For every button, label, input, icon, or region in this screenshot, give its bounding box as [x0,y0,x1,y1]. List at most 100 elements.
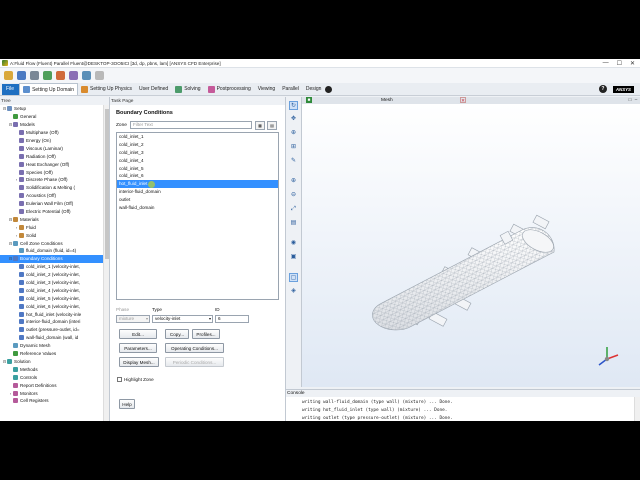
workspace-icon[interactable] [43,71,52,80]
tab-parallel[interactable]: Parallel [279,84,303,95]
deselect-all-icon[interactable]: ▤ [267,121,277,130]
zoom-fit-icon[interactable]: ⊕ [289,177,298,186]
zone-list-item[interactable]: cold_inlet_3 [117,149,278,157]
select-all-icon[interactable]: ▦ [255,121,265,130]
tree-item[interactable]: ⊟ Setup [0,105,104,113]
tree-scrollbar[interactable] [103,105,109,421]
type-select[interactable]: velocity-inlet ▾ [152,315,213,323]
tree-item[interactable]: ⊟ Boundary Conditions [0,254,104,263]
zone-list-item[interactable]: interior-fluid_domain [117,188,278,196]
zone-list-item[interactable]: hot_fluid_inlet [117,180,278,189]
tree-item[interactable]: › Fluid [0,223,104,231]
save-icon[interactable] [17,71,26,80]
rotate-icon[interactable]: ↻ [289,101,298,110]
console-scrollbar[interactable] [634,397,640,421]
tree-item[interactable]: Report Definitions [0,381,104,389]
maximize-button[interactable]: ☐ [617,60,622,67]
view-axis-icon[interactable]: ▤ [289,219,298,228]
tree-item[interactable]: Dynamic Mesh [0,342,104,350]
periodic-conditions-button[interactable]: Periodic Conditions... [165,357,224,367]
zone-list-item[interactable]: cold_inlet_2 [117,141,278,149]
tree-item[interactable]: interior-fluid_domain (interi [0,318,104,326]
tree-item[interactable]: Energy (On) [0,137,104,145]
open-icon[interactable] [4,71,13,80]
tree-item[interactable]: wall-fluid_domain (wall, id [0,334,104,342]
tree-item[interactable]: General [0,113,104,121]
tree-item[interactable]: › Solid [0,231,104,239]
help-button[interactable]: ? [598,85,607,93]
tab-setting-up-physics[interactable]: Setting Up Physics [78,84,136,95]
ribbon-options-icon[interactable] [325,85,333,93]
tab-viewing[interactable]: Viewing [255,84,279,95]
close-button[interactable]: ✕ [630,60,635,67]
minimize-button[interactable]: — [603,60,609,67]
tree-item[interactable]: cold_inlet_4 (velocity-inlet, [0,286,104,294]
zone-list-item[interactable]: wall-fluid_domain [117,204,278,212]
view-icon[interactable] [82,71,91,80]
copy-button[interactable]: Copy... [165,329,189,339]
tree-item[interactable]: Heat Exchanger (Off) [0,160,104,168]
mesh-graphics-view[interactable] [302,104,640,387]
tab-user-defined[interactable]: User Defined [136,84,172,95]
camera-icon[interactable]: ◉ [289,239,298,248]
zone-list-item[interactable]: cold_inlet_6 [117,172,278,180]
tree-item[interactable]: Eulerian Wall Film (Off) [0,200,104,208]
tree-item[interactable]: Controls [0,373,104,381]
tree-item[interactable]: Acoustics (Off) [0,192,104,200]
tree-item[interactable]: fluid_domain (fluid, id=4) [0,247,104,255]
tree-item[interactable]: › Discrete Phase (Off) [0,176,104,184]
report-icon[interactable] [56,71,65,80]
close-mesh-icon[interactable]: ✕ [460,97,466,103]
zone-list-item[interactable]: cold_inlet_4 [117,157,278,165]
tree-item[interactable]: ⊟ Models [0,121,104,129]
lights-icon[interactable]: ▣ [289,253,298,262]
operating-conditions-button[interactable]: Operating Conditions... [165,343,224,353]
tab-postprocessing[interactable]: Postprocessing [205,84,255,95]
tab-solving[interactable]: Solving [172,84,204,95]
transparency-icon[interactable]: ◈ [289,287,298,296]
parameters-button[interactable]: Parameters... [119,343,157,353]
profiles-button[interactable]: Profiles... [192,329,220,339]
tree-item[interactable]: Species (Off) [0,168,104,176]
tree-item[interactable]: ⊟ Solution [0,358,104,366]
tree-item[interactable]: › Monitors [0,389,104,397]
zone-filter-input[interactable]: Filter Text [130,121,252,129]
zone-list-item[interactable]: cold_inlet_1 [117,133,278,141]
phase-select[interactable]: mixture ▾ [116,315,150,323]
tab-setting-up-domain[interactable]: Setting Up Domain [19,83,79,95]
tree-item[interactable]: ⊟ Materials [0,215,104,223]
tree-item[interactable]: cold_inlet_5 (velocity-inlet, [0,294,104,302]
mesh-window-tab[interactable]: ■ Mesh ✕ □ – [302,97,640,104]
tree-item[interactable]: cold_inlet_1 (velocity-inlet, [0,263,104,271]
tree-item[interactable]: Methods [0,365,104,373]
settings-icon[interactable] [30,71,39,80]
tree-item[interactable]: cold_inlet_6 (velocity-inlet, [0,302,104,310]
edit-button[interactable]: Edit... [119,329,157,339]
highlight-zone-checkbox[interactable] [117,377,122,382]
tree-item[interactable]: Multiphase (Off) [0,129,104,137]
tree-item[interactable]: cold_inlet_3 (velocity-inlet, [0,279,104,287]
help-button-task[interactable]: Help [119,399,135,409]
isometric-view-icon[interactable]: ⤢ [289,205,298,214]
tree-item[interactable]: hot_fluid_inlet (velocity-inle [0,310,104,318]
tab-design[interactable]: Design [303,84,326,95]
zone-list-item[interactable]: outlet [117,196,278,204]
zoom-in-icon[interactable]: ⊕ [289,129,298,138]
zoom-out-icon[interactable]: ⊖ [289,191,298,200]
layout-icon[interactable] [69,71,78,80]
id-field[interactable]: 6 [215,315,249,323]
select-icon[interactable]: ▢ [289,273,298,282]
tree-item[interactable]: Cell Registers [0,397,104,405]
zone-list-item[interactable]: cold_inlet_5 [117,165,278,173]
tree-item[interactable]: Reference Values [0,350,104,358]
tree-item[interactable]: ⊟ Cell Zone Conditions [0,239,104,247]
minimize-mesh-icon[interactable]: – [633,97,639,103]
probe-icon[interactable]: ✎ [289,157,298,166]
tree-item[interactable]: Radiation (Off) [0,152,104,160]
tree-item[interactable]: Solidification & Melting ( [0,184,104,192]
tree-item[interactable]: Viscous (Laminar) [0,144,104,152]
zoom-box-icon[interactable]: ⊞ [289,143,298,152]
display-mesh-button[interactable]: Display Mesh... [119,357,159,367]
zone-list[interactable]: cold_inlet_1 cold_inlet_2 cold_inlet_3 cold… [116,132,279,300]
pan-icon[interactable]: ✥ [289,115,298,124]
